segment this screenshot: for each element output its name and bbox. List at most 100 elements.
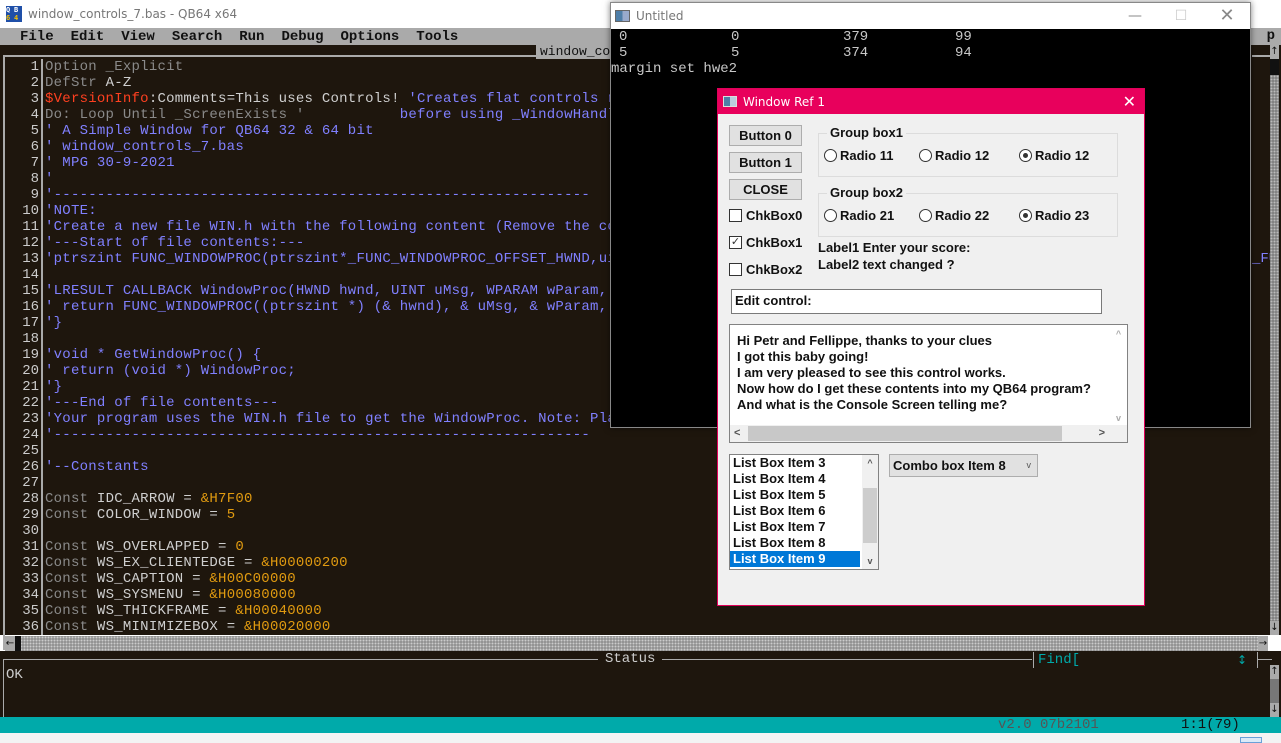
minimize-button[interactable]: — bbox=[1112, 3, 1158, 29]
menu-view[interactable]: View bbox=[121, 29, 155, 45]
button-0[interactable]: Button 0 bbox=[729, 125, 802, 146]
scroll-thumb[interactable] bbox=[15, 636, 21, 651]
scroll-right-arrow-icon[interactable]: > bbox=[1099, 425, 1105, 442]
console-title-bar[interactable]: Untitled — ☐ ✕ bbox=[611, 3, 1250, 29]
radio-selected-icon[interactable] bbox=[1019, 209, 1032, 222]
editor-horizontal-scrollbar[interactable]: ← → bbox=[5, 636, 1268, 651]
radio-circle-icon[interactable] bbox=[919, 149, 932, 162]
radio-11[interactable]: Radio 11 bbox=[824, 148, 893, 163]
menu-run[interactable]: Run bbox=[239, 29, 264, 45]
status-vertical-scrollbar[interactable]: ↑ ↓ bbox=[1270, 665, 1279, 717]
code-token: ' MPG 30-9-2021 bbox=[45, 155, 175, 171]
menu-file[interactable]: File bbox=[20, 29, 54, 45]
list-item-selected[interactable]: List Box Item 9 bbox=[730, 551, 860, 567]
menu-tools[interactable]: Tools bbox=[416, 29, 458, 45]
edit-control-input[interactable]: Edit control: bbox=[731, 289, 1102, 314]
code-token: 'Your program uses the WIN.h file to get… bbox=[45, 411, 660, 427]
memo-text[interactable]: Hi Petr and Fellippe, thanks to your clu… bbox=[737, 333, 1112, 413]
radio-selected-icon[interactable] bbox=[1019, 149, 1032, 162]
code-line[interactable]: Const WS_MINIMIZEBOX = &H00020000 bbox=[45, 619, 1270, 635]
code-token: &H00040000 bbox=[235, 603, 322, 619]
radio-circle-icon[interactable] bbox=[824, 209, 837, 222]
code-token: &H00020000 bbox=[244, 619, 331, 635]
scroll-left-arrow-icon[interactable]: < bbox=[734, 425, 740, 442]
code-token: ' A Simple Window for QB64 32 & 64 bit bbox=[45, 123, 374, 139]
list-item[interactable]: List Box Item 4 bbox=[730, 471, 860, 487]
list-item[interactable]: List Box Item 7 bbox=[730, 519, 860, 535]
editor-vertical-scrollbar[interactable]: ↑ ↓ bbox=[1270, 45, 1279, 635]
menu-help[interactable]: p bbox=[1267, 28, 1275, 44]
scroll-right-arrow-icon[interactable]: → bbox=[1258, 636, 1268, 651]
scroll-thumb[interactable] bbox=[1270, 59, 1279, 75]
taskbar-thumbnail-icon[interactable] bbox=[1240, 737, 1262, 743]
close-button[interactable]: ✕ bbox=[1204, 3, 1250, 29]
checkbox-0[interactable]: ChkBox0 bbox=[729, 208, 802, 223]
code-token: WS_MINIMIZEBOX = bbox=[96, 619, 244, 635]
list-box[interactable]: List Box Item 3 List Box Item 4 List Box… bbox=[729, 454, 879, 570]
window-ref-dialog: Window Ref 1 ✕ Button 0 Button 1 CLOSE C… bbox=[717, 88, 1145, 606]
list-item[interactable]: List Box Item 3 bbox=[730, 455, 860, 471]
checkbox-1[interactable]: ✓ ChkBox1 bbox=[729, 235, 802, 250]
chevron-down-icon[interactable]: v bbox=[1027, 455, 1032, 476]
line-number: 15 bbox=[22, 283, 39, 299]
menu-debug[interactable]: Debug bbox=[281, 29, 323, 45]
code-token: ' bbox=[45, 171, 54, 187]
line-number: 3 bbox=[30, 91, 39, 107]
list-item[interactable]: List Box Item 8 bbox=[730, 535, 860, 551]
maximize-button[interactable]: ☐ bbox=[1158, 3, 1204, 29]
line-number: 30 bbox=[22, 523, 39, 539]
scroll-down-arrow-icon[interactable]: ↓ bbox=[1270, 621, 1279, 635]
multiline-text-area[interactable]: Hi Petr and Fellippe, thanks to your clu… bbox=[729, 324, 1128, 443]
dialog-title-bar[interactable]: Window Ref 1 ✕ bbox=[718, 89, 1144, 114]
menu-options[interactable]: Options bbox=[340, 29, 399, 45]
radio-circle-icon[interactable] bbox=[824, 149, 837, 162]
listbox-scrollbar[interactable]: ^ v bbox=[862, 455, 878, 569]
find-toggle-arrows-icon[interactable]: ↕ bbox=[1237, 652, 1247, 668]
scroll-down-arrow-icon[interactable]: ↓ bbox=[1270, 703, 1279, 717]
menu-edit[interactable]: Edit bbox=[71, 29, 105, 45]
memo-vertical-scrollbar[interactable]: ^ v bbox=[1110, 325, 1127, 425]
radio-23[interactable]: Radio 23 bbox=[1019, 208, 1089, 223]
scroll-down-arrow-icon[interactable]: v bbox=[1110, 413, 1127, 423]
scroll-up-arrow-icon[interactable]: ↑ bbox=[1270, 665, 1279, 679]
find-field[interactable]: Find[ ↕ bbox=[1033, 652, 1258, 668]
checkbox-2[interactable]: ChkBox2 bbox=[729, 262, 802, 277]
memo-horizontal-scrollbar[interactable]: < > bbox=[730, 425, 1127, 442]
line-number: 7 bbox=[30, 155, 39, 171]
line-number: 6 bbox=[30, 139, 39, 155]
line-number: 34 bbox=[22, 587, 39, 603]
checkbox-box[interactable] bbox=[729, 209, 742, 222]
close-button[interactable]: ✕ bbox=[1123, 89, 1136, 114]
console-message: margin set hwe2 bbox=[611, 61, 738, 77]
scroll-thumb[interactable] bbox=[748, 426, 1062, 441]
checkbox-label: ChkBox1 bbox=[746, 235, 803, 250]
scroll-thumb[interactable] bbox=[863, 488, 877, 543]
scroll-track[interactable] bbox=[1270, 45, 1279, 635]
button-1[interactable]: Button 1 bbox=[729, 152, 802, 173]
close-dialog-button[interactable]: CLOSE bbox=[729, 179, 802, 200]
code-token: '---------------------------------------… bbox=[45, 187, 591, 203]
list-item[interactable]: List Box Item 5 bbox=[730, 487, 860, 503]
combo-box[interactable]: Combo box Item 8 v bbox=[889, 454, 1038, 477]
menu-search[interactable]: Search bbox=[172, 29, 222, 45]
radio-circle-icon[interactable] bbox=[919, 209, 932, 222]
checkmark-icon[interactable]: ✓ bbox=[729, 236, 742, 249]
code-token: &H00000200 bbox=[261, 555, 348, 571]
list-item[interactable]: List Box Item 6 bbox=[730, 503, 860, 519]
code-token: IDC_ARROW = bbox=[96, 491, 201, 507]
group-legend: Group box2 bbox=[827, 185, 906, 200]
scroll-down-arrow-icon[interactable]: v bbox=[862, 553, 878, 569]
code-token: 'Create a new file WIN.h with the follow… bbox=[45, 219, 660, 235]
radio-12-selected[interactable]: Radio 12 bbox=[1019, 148, 1089, 163]
radio-22[interactable]: Radio 22 bbox=[919, 208, 989, 223]
checkbox-box[interactable] bbox=[729, 263, 742, 276]
scroll-left-arrow-icon[interactable]: ← bbox=[5, 636, 15, 651]
code-token: DefStr bbox=[45, 75, 106, 91]
code-token: Const bbox=[45, 491, 97, 507]
scroll-up-arrow-icon[interactable]: ^ bbox=[1110, 329, 1127, 339]
radio-12[interactable]: Radio 12 bbox=[919, 148, 989, 163]
radio-21[interactable]: Radio 21 bbox=[824, 208, 894, 223]
scroll-up-arrow-icon[interactable]: ↑ bbox=[1270, 45, 1279, 59]
console-value: 379 bbox=[843, 29, 869, 45]
scroll-up-arrow-icon[interactable]: ^ bbox=[862, 455, 878, 471]
